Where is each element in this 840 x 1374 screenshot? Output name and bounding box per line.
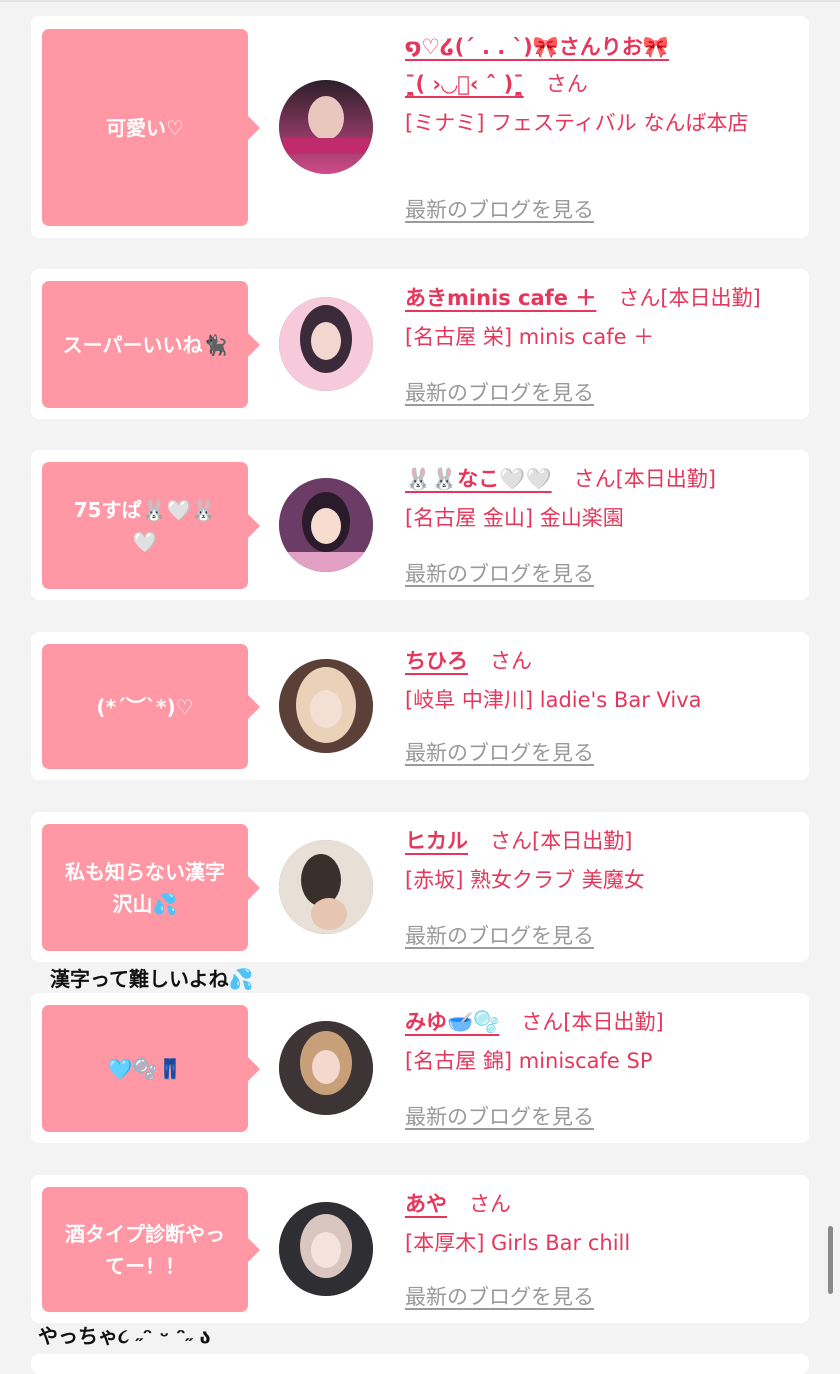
shop-name: [赤坂] 熟女クラブ 美魔女 [405, 868, 645, 892]
shop-name: [ミナミ] フェスティバル なんば本店 [405, 111, 749, 135]
work-status: [本日出勤] [615, 467, 716, 491]
latest-blog-link[interactable]: 最新のブログを見る [405, 920, 594, 950]
comment-bubble: 酒タイプ診断やっ てー！！ [42, 1187, 260, 1312]
girl-name-link[interactable]: みゆ🥣🫧 [405, 1010, 499, 1034]
san-suffix: さん [521, 1010, 564, 1034]
comment-bubble: 🩵🫧👖 [42, 1005, 260, 1132]
san-suffix: さん [469, 1192, 511, 1216]
avatar[interactable] [279, 840, 373, 934]
latest-blog-link[interactable]: 最新のブログを見る [405, 737, 594, 767]
comment-bubble: 可愛い♡ [42, 29, 260, 226]
san-suffix: さん [573, 467, 616, 491]
work-status: [本日出勤] [563, 1010, 664, 1034]
girl-name-link-cont[interactable]: ˉ̞̭( ›◡ु‹ ˆ )ˉ̞̭ [405, 72, 524, 96]
girl-name-link[interactable]: あや [405, 1192, 447, 1216]
comment-bubble: スーパーいいね🐈‍⬛ [42, 281, 260, 408]
shop-name: [名古屋 金山] 金山楽園 [405, 506, 624, 530]
avatar[interactable] [279, 1202, 373, 1296]
work-status: [本日出勤] [532, 829, 633, 853]
latest-blog-link[interactable]: 最新のブログを見る [405, 558, 594, 588]
comment-note: やっちゃ૮ ˶ᵔ ᵕ ᵔ˶ ა [38, 1324, 211, 1348]
girl-name-link[interactable]: ヒカル [405, 829, 468, 853]
top-divider [0, 0, 840, 2]
comment-note: 漢字って難しいよね💦 [50, 967, 254, 991]
san-suffix: さん [545, 72, 588, 96]
list-item: 私も知らない漢字 沢山💦 ヒカル さん[本日出勤] [赤坂] 熟女クラブ 美魔女 … [31, 812, 809, 962]
avatar[interactable] [279, 478, 373, 572]
comment-bubble: (*´︶`*)♡ [42, 644, 260, 769]
girl-name-link[interactable]: ちひろ [405, 649, 468, 673]
list-item [31, 1354, 809, 1374]
latest-blog-link[interactable]: 最新のブログを見る [405, 194, 594, 224]
shop-name: [本厚木] Girls Bar chill [405, 1231, 631, 1255]
avatar[interactable] [279, 1021, 373, 1115]
san-suffix: さん [490, 649, 532, 673]
scrollbar[interactable] [828, 1226, 833, 1294]
list-item: (*´︶`*)♡ ちひろ さん [岐阜 中津川] ladie's Bar Viva… [31, 632, 809, 780]
latest-blog-link[interactable]: 最新のブログを見る [405, 377, 594, 407]
shop-name: [岐阜 中津川] ladie's Bar Viva [405, 688, 702, 712]
avatar[interactable] [279, 659, 373, 753]
latest-blog-link[interactable]: 最新のブログを見る [405, 1101, 594, 1131]
shop-name: [名古屋 錦] miniscafe SP [405, 1049, 653, 1073]
list-item: 可愛い♡ ໑♡໒(ˊ . . ˋ)🎀さんりお🎀 ˉ̞̭( ›◡ु‹ ˆ )ˉ̞̭… [31, 16, 809, 238]
list-item: 75すぱ🐰🤍🐰 🤍 🐰🐰なこ🤍🤍 さん[本日出勤] [名古屋 金山] 金山楽園 最… [31, 450, 809, 600]
shop-name: [名古屋 栄] minis cafe ＋ [405, 325, 655, 349]
list-item: スーパーいいね🐈‍⬛ あきminis cafe ＋ さん[本日出勤] [名古屋 栄… [31, 269, 809, 419]
comment-bubble: 私も知らない漢字 沢山💦 [42, 824, 260, 951]
girl-name-link[interactable]: 🐰🐰なこ🤍🤍 [405, 467, 552, 491]
work-status: [本日出勤] [660, 286, 761, 310]
comment-bubble: 75すぱ🐰🤍🐰 🤍 [42, 462, 260, 589]
girl-name-link[interactable]: あきminis cafe ＋ [405, 286, 596, 310]
list-item: 🩵🫧👖 みゆ🥣🫧 さん[本日出勤] [名古屋 錦] miniscafe SP 最新… [31, 993, 809, 1143]
avatar[interactable] [279, 297, 373, 391]
latest-blog-link[interactable]: 最新のブログを見る [405, 1281, 594, 1311]
avatar[interactable] [279, 80, 373, 174]
list-item: 酒タイプ診断やっ てー！！ あや さん [本厚木] Girls Bar chill… [31, 1175, 809, 1323]
girl-name-link[interactable]: ໑♡໒(ˊ . . ˋ)🎀さんりお🎀 [405, 35, 669, 59]
san-suffix: さん [618, 286, 661, 310]
san-suffix: さん [490, 829, 532, 853]
